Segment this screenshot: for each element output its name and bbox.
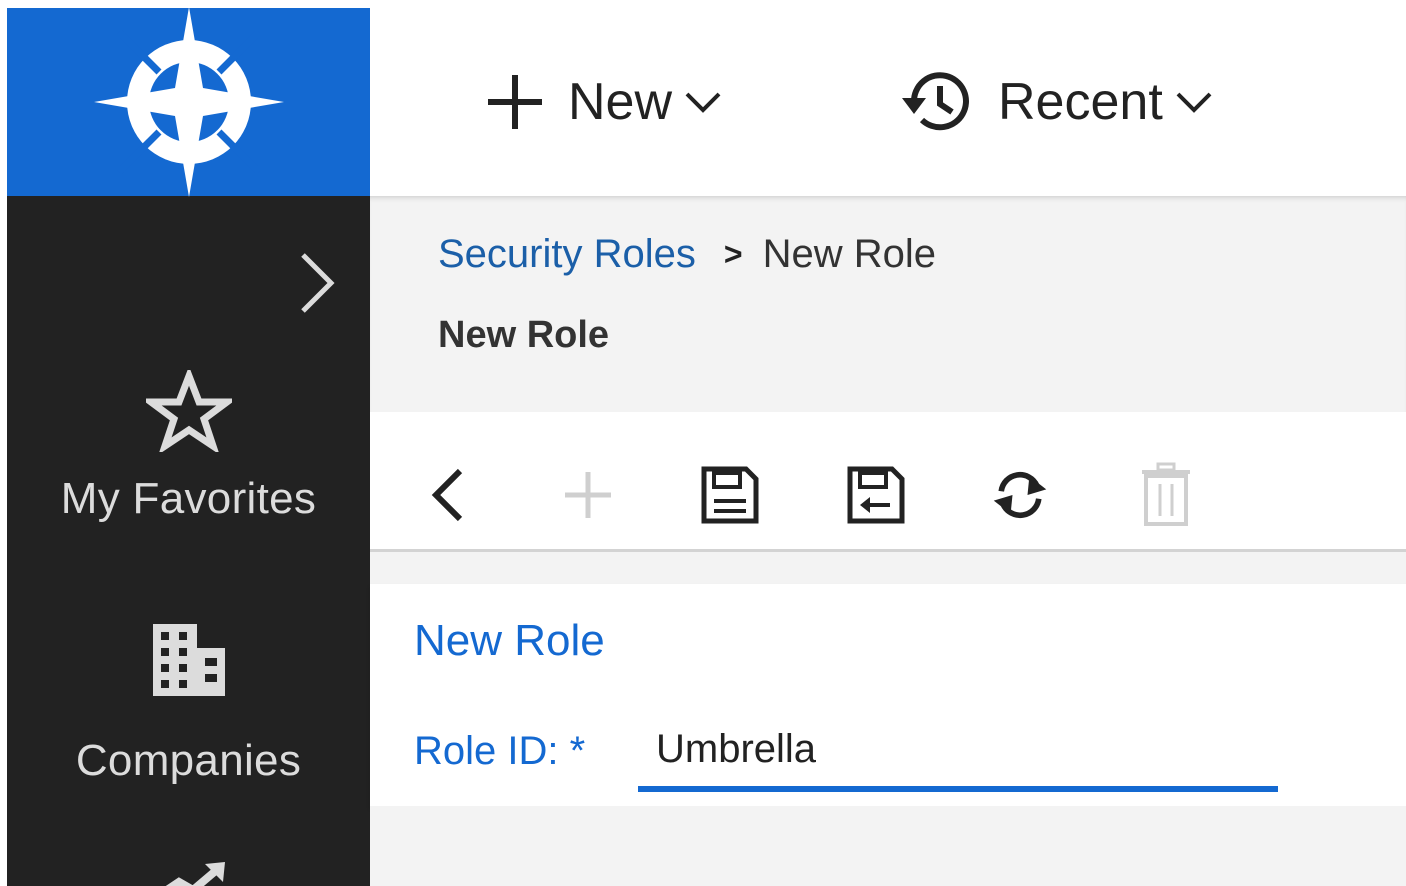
save-and-close-icon — [847, 466, 905, 524]
app-root: My Favorites Companies New Recent Securi… — [0, 0, 1406, 886]
delete-button[interactable] — [1136, 460, 1196, 530]
sidebar-item-label: Companies — [75, 736, 302, 785]
save-button[interactable] — [700, 460, 760, 530]
chevron-down-icon — [1176, 92, 1212, 113]
history-icon — [902, 72, 969, 131]
content-background — [370, 806, 1406, 886]
chevron-right-icon — [301, 253, 335, 313]
refresh-button[interactable] — [990, 460, 1050, 530]
page-title: New Role — [438, 314, 610, 356]
breadcrumb-link-security-roles[interactable]: Security Roles — [438, 232, 696, 277]
sidebar-item-analytics[interactable] — [7, 860, 370, 886]
recent-menu-button[interactable]: Recent — [900, 62, 1213, 142]
page-header: Security Roles > New Role New Role — [370, 196, 1406, 412]
save-and-close-button[interactable] — [846, 460, 906, 530]
add-button[interactable] — [558, 460, 618, 530]
save-icon — [701, 466, 759, 524]
sidebar-expand-button[interactable] — [292, 248, 342, 318]
delete-icon — [1142, 462, 1190, 526]
role-form: New Role Role ID: * — [370, 584, 1406, 806]
section-divider — [370, 552, 1406, 584]
top-bar: New Recent — [370, 0, 1406, 196]
back-icon — [431, 468, 463, 522]
breadcrumb-separator: > — [723, 236, 743, 272]
role-id-label: Role ID: * — [414, 729, 586, 773]
sidebar-item-companies[interactable]: Companies — [7, 620, 370, 786]
new-menu-label: New — [568, 73, 673, 131]
recent-menu-label: Recent — [998, 73, 1163, 131]
logo[interactable] — [7, 7, 370, 197]
back-button[interactable] — [418, 460, 478, 530]
trending-up-icon — [165, 862, 225, 886]
form-section-title: New Role — [414, 616, 605, 665]
breadcrumb: Security Roles > New Role — [438, 232, 936, 277]
chevron-down-icon — [685, 92, 721, 113]
compass-star-logo-icon — [93, 7, 284, 197]
sidebar: My Favorites Companies — [7, 7, 370, 886]
breadcrumb-current: New Role — [762, 232, 936, 276]
refresh-icon — [993, 471, 1047, 519]
plus-icon — [488, 75, 542, 129]
building-icon — [152, 624, 225, 696]
role-id-input[interactable] — [638, 712, 1278, 792]
add-icon — [565, 472, 611, 518]
new-menu-button[interactable]: New — [484, 62, 722, 142]
star-outline-icon — [145, 370, 232, 452]
sidebar-item-my-favorites[interactable]: My Favorites — [7, 370, 370, 524]
record-toolbar — [370, 412, 1406, 552]
sidebar-item-label: My Favorites — [60, 474, 317, 523]
